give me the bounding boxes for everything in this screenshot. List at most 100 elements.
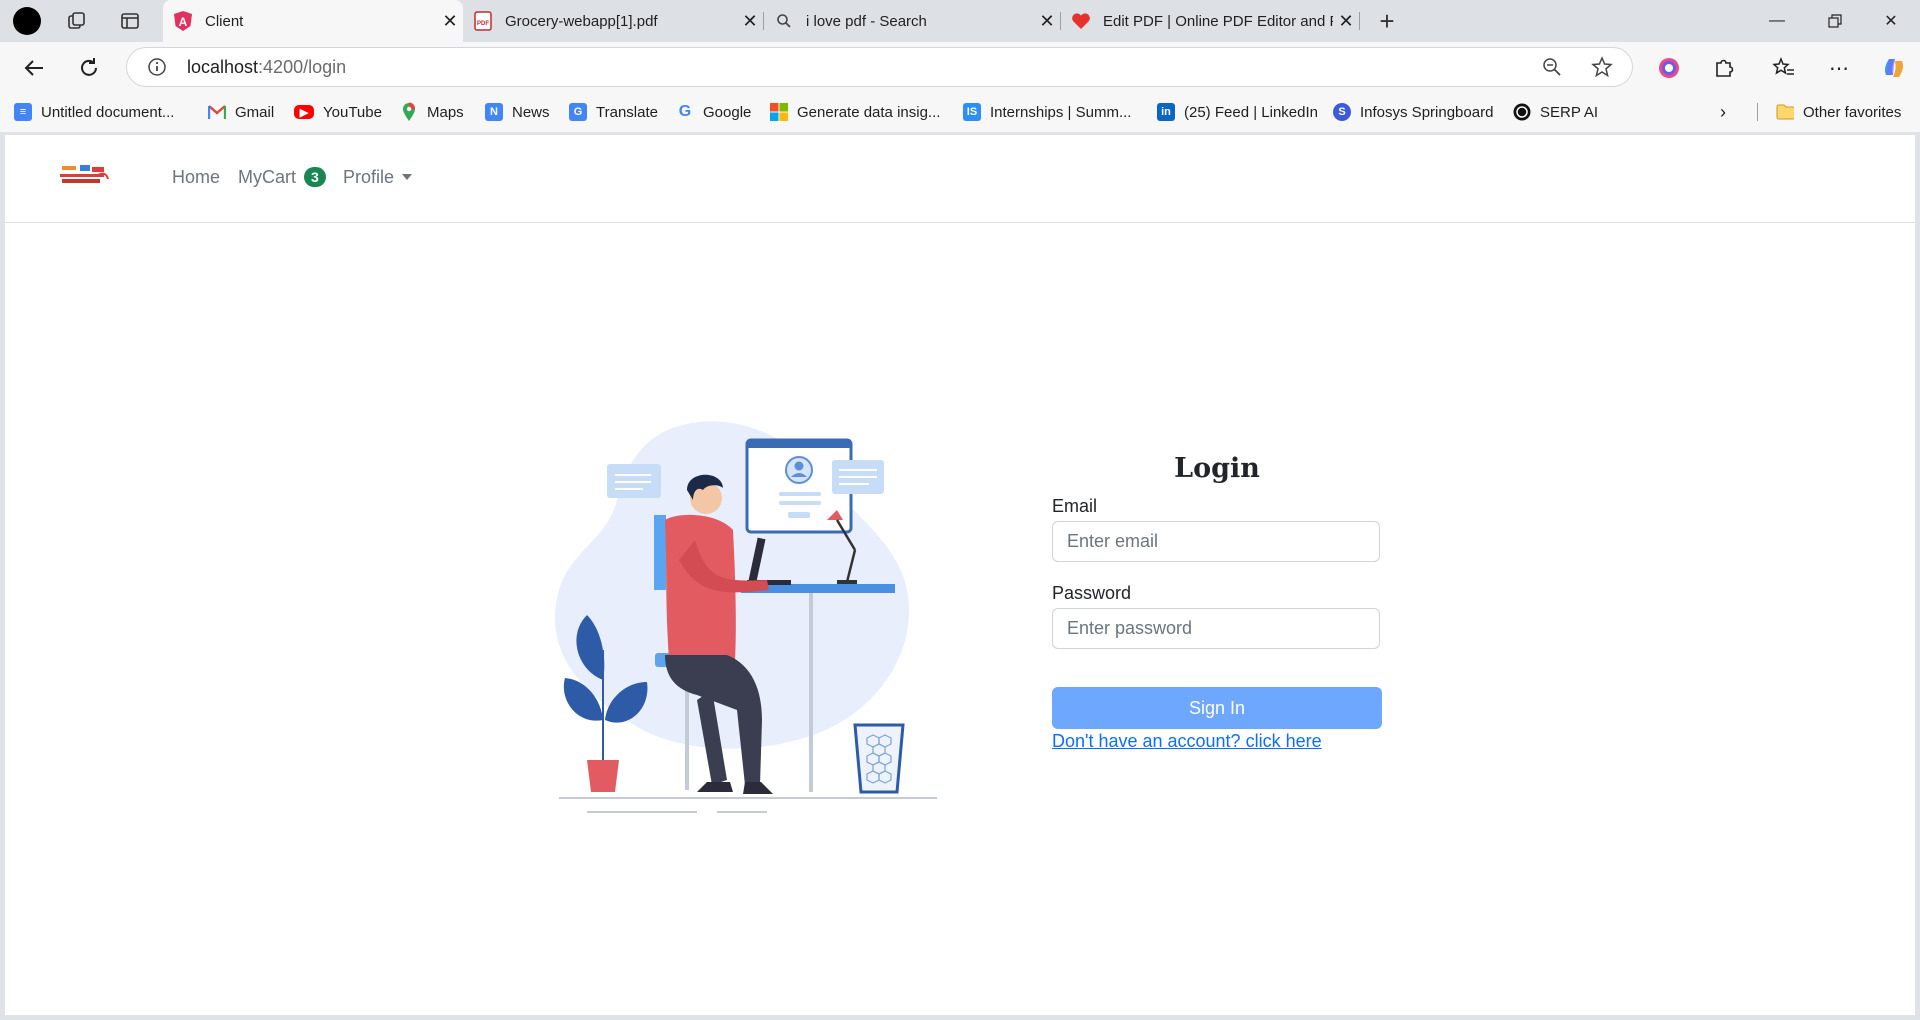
- close-window-button[interactable]: ✕: [1862, 0, 1920, 42]
- bookmark-maps[interactable]: Maps: [400, 101, 464, 123]
- new-tab-button[interactable]: +: [1372, 6, 1402, 36]
- google-icon: G: [678, 103, 692, 120]
- back-button[interactable]: [17, 51, 51, 85]
- grocery-logo-icon: [60, 165, 109, 183]
- person-at-desk-illustration: [554, 421, 937, 813]
- news-icon: N: [485, 103, 503, 121]
- url-text[interactable]: localhost:4200/login: [187, 57, 346, 78]
- app-navbar: Home MyCart 3 Profile: [5, 135, 1915, 223]
- bookmark-label: Gmail: [235, 103, 275, 121]
- copilot-icon[interactable]: [1877, 51, 1911, 85]
- angular-icon: A: [173, 11, 193, 31]
- close-tab-icon[interactable]: ✕: [1333, 11, 1359, 32]
- bookmark-gmail[interactable]: Gmail: [208, 101, 274, 123]
- bookmark-generate-data[interactable]: Generate data insig...: [770, 101, 940, 123]
- docs-icon: ≡: [14, 103, 32, 121]
- favorite-star-icon[interactable]: [1591, 56, 1613, 83]
- password-label: Password: [1052, 583, 1132, 603]
- microsoft-icon: [770, 103, 788, 121]
- signup-link[interactable]: Don't have an account? click here: [1052, 731, 1322, 752]
- folder-icon: [1776, 103, 1794, 121]
- tab-client[interactable]: A Client ✕: [163, 0, 463, 42]
- copilot-extension-icon[interactable]: [1652, 51, 1686, 85]
- restore-button[interactable]: [1806, 0, 1864, 42]
- bookmark-label: SERP AI: [1540, 103, 1599, 121]
- bookmark-untitled-document[interactable]: ≡ Untitled document...: [14, 101, 174, 123]
- password-field[interactable]: [1052, 608, 1380, 649]
- profile-avatar-icon: [13, 7, 41, 35]
- youtube-icon: ▶: [294, 105, 314, 119]
- caret-down-icon: [402, 174, 413, 180]
- extensions-button[interactable]: [1707, 51, 1741, 85]
- address-bar[interactable]: localhost:4200/login: [126, 47, 1633, 87]
- nav-home[interactable]: Home: [172, 167, 220, 188]
- workspaces-icon[interactable]: [62, 6, 92, 36]
- star-icon: [1591, 56, 1613, 78]
- nav-mycart[interactable]: MyCart 3: [238, 167, 326, 188]
- svg-text:A: A: [179, 15, 188, 29]
- tab-grocery-pdf[interactable]: PDF Grocery-webapp[1].pdf ✕: [463, 0, 763, 42]
- profile-avatar-icon[interactable]: [12, 6, 42, 36]
- bookmark-label: Untitled document...: [41, 103, 175, 121]
- tab-separator: [1359, 12, 1360, 30]
- bookmark-internships[interactable]: IS Internships | Summ...: [963, 101, 1131, 123]
- minimize-button[interactable]: —: [1748, 0, 1806, 42]
- nav-profile-label: Profile: [343, 167, 395, 187]
- bookmark-serp-ai[interactable]: SERP AI: [1513, 101, 1598, 123]
- bookmark-infosys-springboard[interactable]: S Infosys Springboard: [1333, 101, 1493, 123]
- reload-button[interactable]: [72, 51, 106, 85]
- bookmark-youtube[interactable]: ▶ YouTube: [294, 101, 382, 123]
- bookmark-label: (25) Feed | LinkedIn: [1184, 103, 1318, 121]
- site-info-icon[interactable]: [147, 57, 167, 82]
- web-page: Home MyCart 3 Profile Login Email Enter …: [5, 135, 1915, 1015]
- login-illustration: [547, 420, 967, 825]
- email-label: Email: [1052, 496, 1098, 516]
- bookmark-label: Other favorites: [1803, 103, 1902, 121]
- serp-icon: [1513, 103, 1531, 121]
- sign-in-button[interactable]: Sign In: [1052, 687, 1382, 729]
- close-tab-icon[interactable]: ✕: [1034, 11, 1060, 32]
- tab-title: Grocery-webapp[1].pdf: [505, 12, 658, 30]
- bookmarks-separator: [1757, 103, 1758, 121]
- close-tab-icon[interactable]: ✕: [737, 11, 763, 32]
- tab-title: i love pdf - Search: [806, 12, 927, 30]
- close-tab-icon[interactable]: ✕: [437, 11, 463, 32]
- bookmark-label: Internships | Summ...: [990, 103, 1132, 121]
- maps-pin-icon: [403, 102, 416, 121]
- bookmark-label: Maps: [427, 103, 464, 121]
- browser-toolbar: localhost:4200/login ⋯: [0, 42, 1920, 92]
- reload-icon: [81, 58, 97, 76]
- back-arrow-icon: [24, 60, 43, 76]
- bookmark-linkedin[interactable]: in (25) Feed | LinkedIn: [1157, 101, 1318, 123]
- bookmark-google[interactable]: G Google: [676, 101, 752, 123]
- tab-search[interactable]: i love pdf - Search ✕: [764, 0, 1060, 42]
- springboard-icon: S: [1333, 103, 1351, 121]
- favorites-list-icon: [1772, 57, 1794, 75]
- heart-icon: [1071, 11, 1091, 31]
- login-title: Login: [1174, 453, 1260, 484]
- vertical-tabs-icon: [121, 13, 139, 29]
- copilot-icon: [1885, 59, 1903, 77]
- grocery-logo[interactable]: [58, 165, 110, 192]
- tab-title: Client: [205, 12, 244, 30]
- bookmark-label: Generate data insig...: [797, 103, 941, 121]
- favorites-button[interactable]: [1767, 51, 1801, 85]
- info-icon: [148, 58, 166, 76]
- bookmark-label: News: [512, 103, 550, 121]
- pdf-icon: PDF: [473, 11, 493, 31]
- puzzle-icon: [1716, 59, 1734, 77]
- nav-profile-dropdown[interactable]: Profile: [343, 167, 413, 188]
- translate-icon: G: [569, 103, 587, 121]
- tab-edit-pdf[interactable]: Edit PDF | Online PDF Editor and F ✕: [1061, 0, 1359, 42]
- url-path: :4200/login: [258, 57, 347, 77]
- vertical-tabs-icon[interactable]: [115, 6, 145, 36]
- bookmark-news[interactable]: N News: [485, 101, 550, 123]
- gmail-icon: [208, 105, 226, 119]
- zoom-icon[interactable]: [1542, 57, 1562, 82]
- bookmarks-overflow-chevron-icon[interactable]: ›: [1720, 101, 1726, 123]
- more-menu-button[interactable]: ⋯: [1822, 51, 1856, 85]
- email-field[interactable]: [1052, 521, 1380, 562]
- bookmark-translate[interactable]: G Translate: [569, 101, 658, 123]
- bookmark-other-favorites[interactable]: Other favorites: [1776, 101, 1901, 123]
- workspaces-icon: [68, 12, 85, 29]
